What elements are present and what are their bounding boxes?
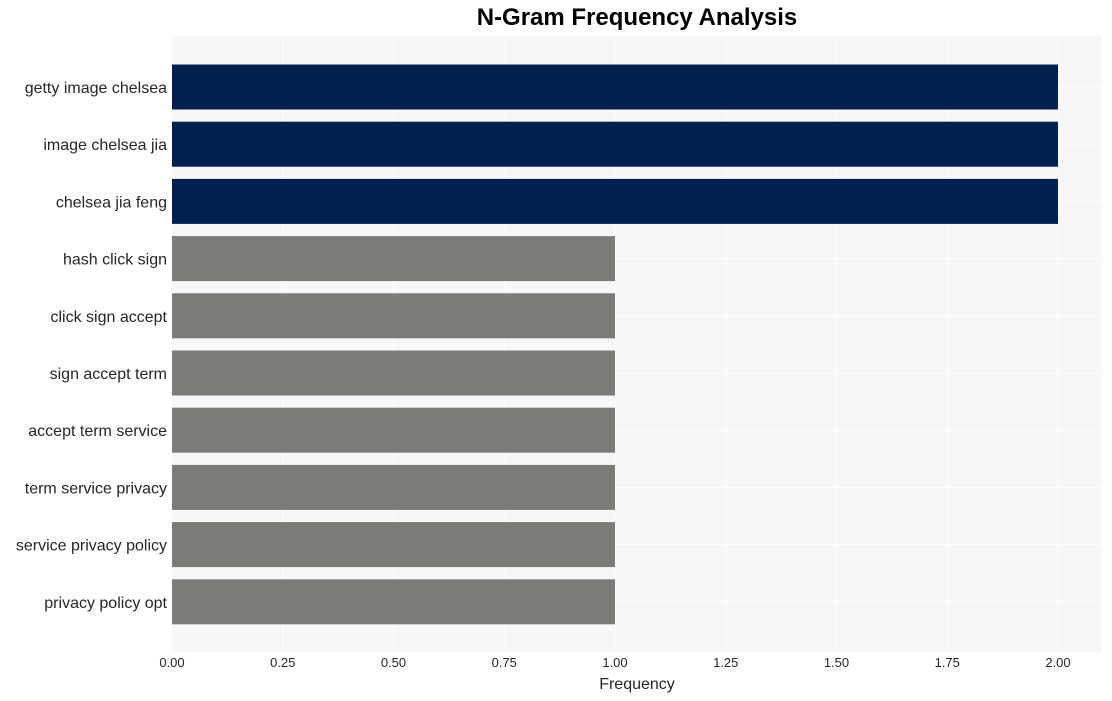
bar — [172, 464, 615, 510]
x-tick-label: 1.25 — [713, 655, 738, 670]
y-tick-label: hash click sign — [63, 252, 167, 269]
x-tick-label: 0.50 — [381, 655, 406, 670]
bar — [172, 64, 1058, 110]
x-tick-label: 1.50 — [824, 655, 849, 670]
x-axis-label: Frequency — [599, 676, 675, 693]
x-tick-label: 0.75 — [492, 655, 517, 670]
y-axis-labels: getty image chelsea image chelsea jia chel… — [16, 80, 168, 612]
y-tick-label: getty image chelsea — [25, 80, 167, 97]
bar — [172, 293, 615, 339]
y-tick-label: accept term service — [28, 423, 167, 440]
bar-chart: getty image chelsea image chelsea jia chel… — [16, 36, 1102, 693]
x-tick-label: 2.00 — [1045, 655, 1070, 670]
y-tick-label: service privacy policy — [16, 538, 167, 555]
bar — [172, 121, 1058, 167]
bar — [172, 236, 615, 282]
bar — [172, 522, 615, 568]
x-tick-label: 0.00 — [159, 655, 184, 670]
y-tick-label: term service privacy — [25, 480, 167, 497]
bar — [172, 350, 615, 396]
y-tick-label: click sign accept — [51, 309, 168, 326]
y-tick-label: privacy policy opt — [44, 595, 167, 612]
y-tick-label: image chelsea jia — [43, 137, 167, 154]
bar — [172, 407, 615, 453]
bar — [172, 178, 1058, 224]
x-tick-label: 1.00 — [602, 655, 627, 670]
x-tick-label: 0.25 — [270, 655, 295, 670]
bar — [172, 579, 615, 625]
y-tick-label: chelsea jia feng — [56, 194, 167, 211]
y-tick-label: sign accept term — [50, 366, 167, 383]
x-axis-ticks: 0.00 0.25 0.50 0.75 1.00 1.25 1.50 1.75 2.00 — [159, 655, 1070, 670]
x-tick-label: 1.75 — [935, 655, 960, 670]
